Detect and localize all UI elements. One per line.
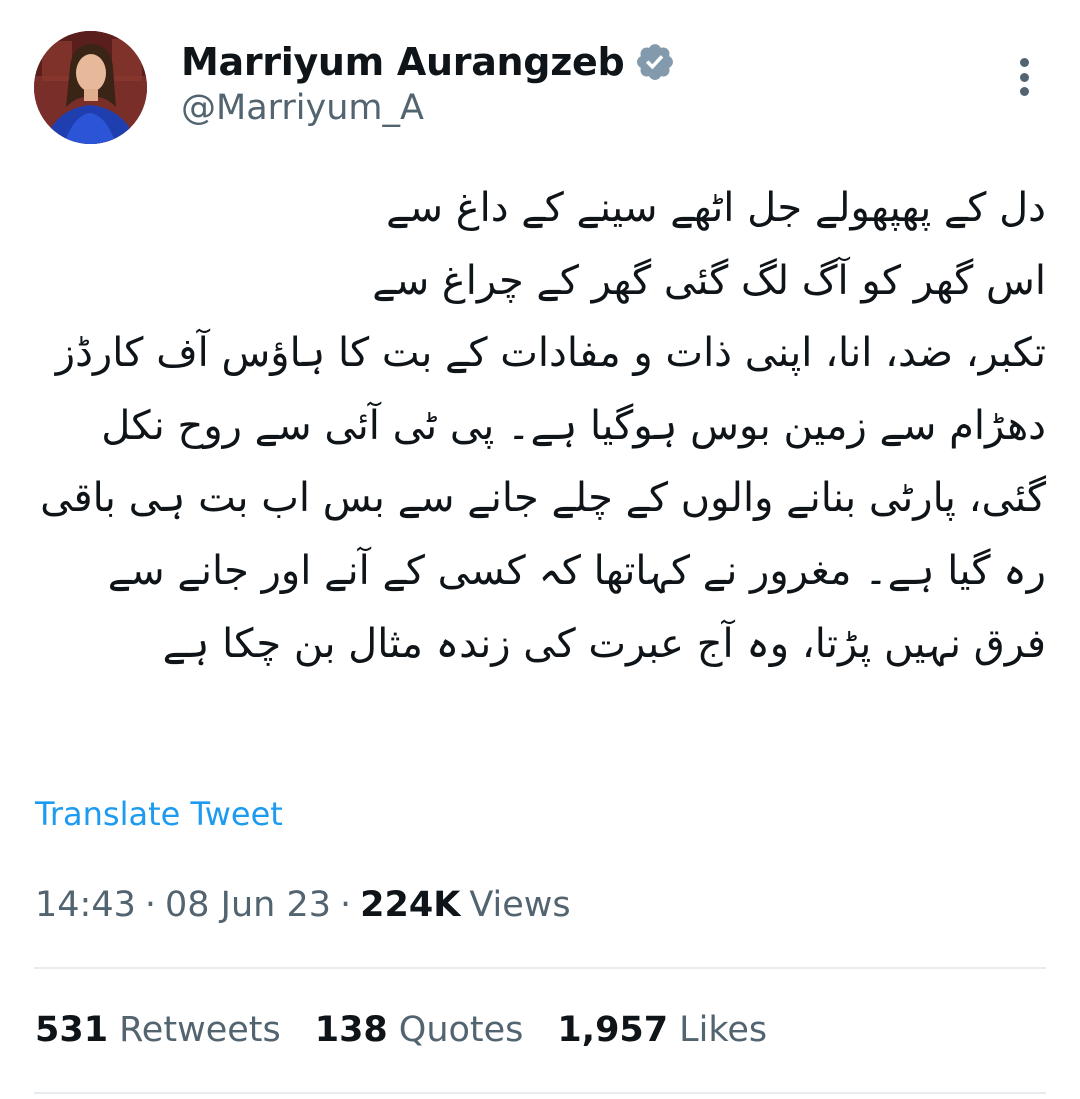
verified-badge-icon (637, 44, 674, 80)
likes-stat[interactable]: 1,957 Likes (557, 1010, 767, 1050)
avatar-image (34, 31, 147, 144)
meta-separator: · (340, 885, 352, 925)
quotes-label: Quotes (398, 1010, 524, 1050)
more-options-icon[interactable] (1012, 58, 1036, 96)
divider (34, 1092, 1046, 1094)
author-name-row[interactable]: Marriyum Aurangzeb (181, 36, 676, 88)
tweet-meta: 14:43 · 08 Jun 23 · 224K Views (35, 885, 571, 925)
avatar[interactable] (34, 31, 147, 144)
tweet-text: دل کے پھپھولے جل اٹھے سینے کے داغ سے اس … (40, 185, 1046, 667)
retweets-label: Retweets (119, 1010, 281, 1050)
retweets-count: 531 (35, 1010, 109, 1050)
likes-count: 1,957 (557, 1010, 669, 1050)
quotes-count: 138 (314, 1010, 388, 1050)
views-count: 224K (360, 885, 461, 925)
display-name[interactable]: Marriyum Aurangzeb (181, 40, 625, 84)
views-label: Views (469, 885, 571, 925)
retweets-stat[interactable]: 531 Retweets (35, 1010, 281, 1050)
tweet-time[interactable]: 14:43 (35, 885, 136, 925)
more-dot-icon (1019, 87, 1029, 96)
engagement-stats: 531 Retweets 138 Quotes 1,957 Likes (35, 1010, 801, 1050)
more-dot-icon (1019, 58, 1029, 67)
more-dot-icon (1019, 72, 1029, 82)
author-handle[interactable]: @Marriyum_A (181, 88, 424, 128)
likes-label: Likes (679, 1010, 768, 1050)
divider (34, 967, 1046, 969)
meta-separator: · (144, 885, 157, 925)
tweet-date[interactable]: 08 Jun 23 (165, 885, 331, 925)
translate-tweet-link[interactable]: Translate Tweet (35, 795, 283, 833)
quotes-stat[interactable]: 138 Quotes (315, 1010, 524, 1050)
